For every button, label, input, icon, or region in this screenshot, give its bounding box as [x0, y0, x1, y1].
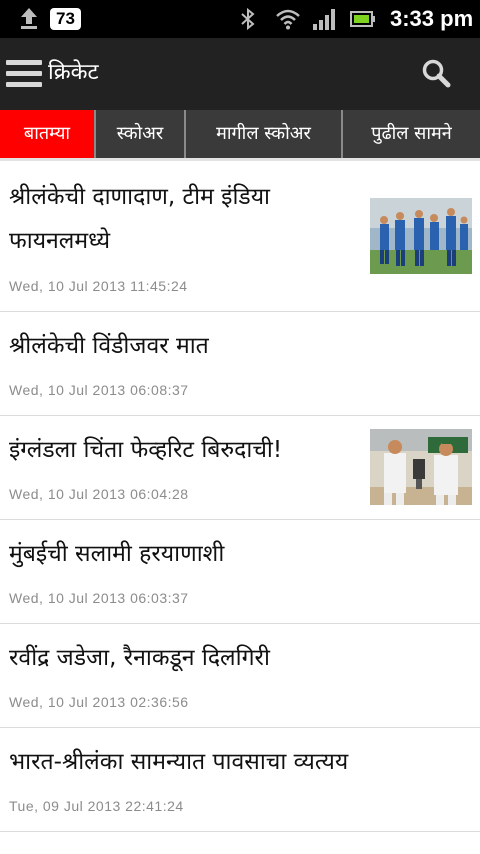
list-item[interactable]: श्रीलंकेची दाणादाण, टीम इंडिया फायनलमध्य… — [0, 161, 480, 312]
news-thumbnail-image — [370, 198, 472, 274]
action-bar: क्रिकेट — [0, 38, 480, 110]
tab-news[interactable]: बातम्या — [0, 110, 96, 158]
tab-previous-scores[interactable]: मागील स्कोअर — [186, 110, 343, 158]
news-headline: इंग्लंडला चिंता फेव्हरिट बिरुदाची! — [9, 437, 283, 463]
list-item[interactable]: भारत-श्रीलंका सामन्यात पावसाचा व्यत्यय T… — [0, 728, 480, 832]
hamburger-menu-icon[interactable] — [6, 60, 42, 88]
list-item[interactable]: मुंबईची सलामी हरयाणाशी Wed, 10 Jul 2013 … — [0, 520, 480, 624]
news-date: Tue, 09 Jul 2013 22:41:24 — [9, 798, 184, 814]
list-item[interactable]: इंग्लंडला चिंता फेव्हरिट बिरुदाची! Wed, … — [0, 416, 480, 520]
upload-icon — [21, 8, 37, 29]
list-item[interactable] — [0, 832, 480, 854]
news-date: Wed, 10 Jul 2013 11:45:24 — [9, 278, 188, 294]
news-headline: श्रीलंकेची दाणादाण, टीम इंडिया फायनलमध्य… — [9, 175, 270, 263]
news-date: Wed, 10 Jul 2013 06:04:28 — [9, 486, 189, 502]
news-list: श्रीलंकेची दाणादाण, टीम इंडिया फायनलमध्य… — [0, 161, 480, 854]
battery-icon — [350, 11, 375, 27]
wifi-icon — [276, 9, 300, 30]
news-thumbnail-image — [370, 429, 472, 505]
news-headline: भारत-श्रीलंका सामन्यात पावसाचा व्यत्यय — [9, 749, 349, 775]
signal-strength-icon — [313, 9, 335, 30]
clock-time: 3:33 pm — [390, 6, 474, 31]
page-title: क्रिकेट — [48, 60, 99, 85]
news-date: Wed, 10 Jul 2013 06:08:37 — [9, 382, 189, 398]
list-item[interactable]: रवींद्र जडेजा, रैनाकडून दिलगिरी Wed, 10 … — [0, 624, 480, 728]
news-date: Wed, 10 Jul 2013 02:36:56 — [9, 694, 189, 710]
news-headline: रवींद्र जडेजा, रैनाकडून दिलगिरी — [9, 645, 270, 671]
news-headline: मुंबईची सलामी हरयाणाशी — [9, 541, 225, 567]
list-item[interactable]: श्रीलंकेची विंडीजवर मात Wed, 10 Jul 2013… — [0, 312, 480, 416]
news-date: Wed, 10 Jul 2013 06:03:37 — [9, 590, 189, 606]
tab-upcoming-matches[interactable]: पुढील सामने — [343, 110, 480, 158]
bluetooth-icon — [241, 7, 255, 31]
tab-score[interactable]: स्कोअर — [96, 110, 186, 158]
search-icon[interactable] — [420, 58, 454, 90]
news-headline-line: फायनलमध्ये — [9, 228, 111, 254]
battery-level-badge: 73 — [50, 8, 81, 30]
news-headline: श्रीलंकेची विंडीजवर मात — [9, 333, 209, 359]
tab-bar: बातम्या स्कोअर मागील स्कोअर पुढील सामने — [0, 110, 480, 158]
news-headline-line: श्रीलंकेची दाणादाण, टीम इंडिया — [9, 184, 271, 210]
status-bar: 73 3:33 pm — [0, 0, 480, 38]
